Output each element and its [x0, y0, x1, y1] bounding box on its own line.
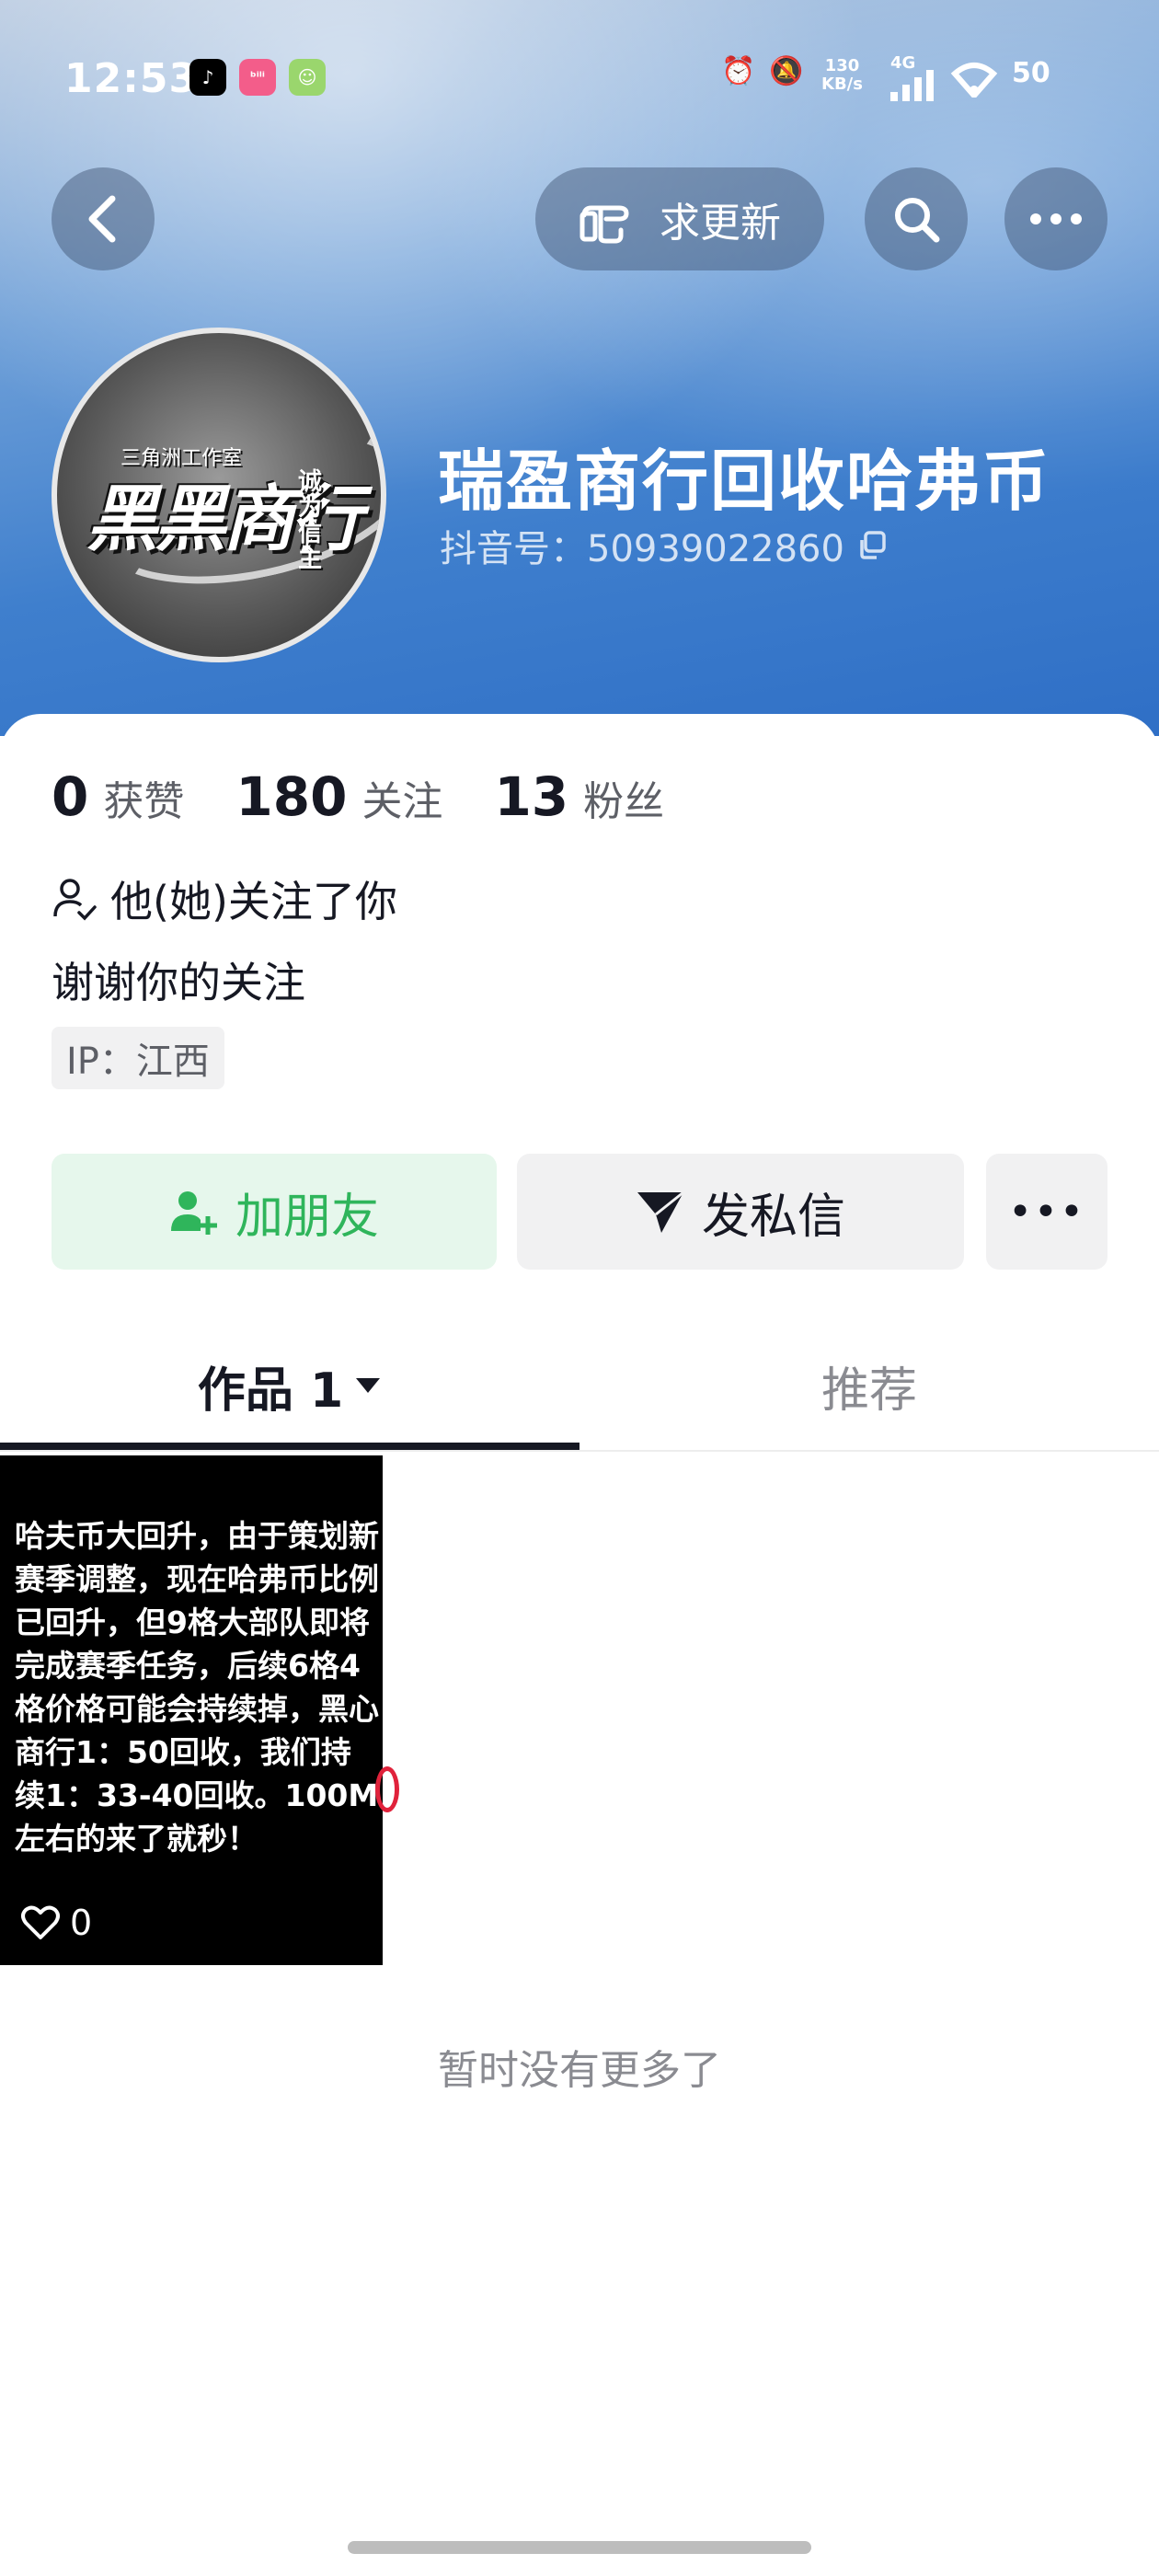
profile-stats: 0 获赞 180 关注 13 粉丝	[52, 765, 716, 828]
video-thumbnail[interactable]: 哈夫币大回升，由于策划新赛季调整，现在哈弗币比例已回升，但9格大部队即将完成赛季…	[0, 1455, 383, 1965]
send-icon	[637, 1190, 684, 1233]
stat-followers-value: 13	[494, 765, 569, 828]
back-button[interactable]	[52, 167, 155, 270]
video-caption-text: 哈夫币大回升，由于策划新赛季调整，现在哈弗币比例已回升，但9格大部队即将完成赛季…	[15, 1518, 379, 1857]
douyin-id[interactable]: 抖音号：50939022860	[440, 519, 889, 572]
alarm-icon: ⏰	[721, 55, 756, 87]
video-likes: 0	[20, 1903, 92, 1943]
heart-icon	[21, 1905, 60, 1939]
more-actions-icon: •••	[1008, 1188, 1085, 1236]
network-speed: 130 KB/s	[821, 57, 863, 94]
mute-icon: 🔕	[769, 55, 804, 87]
tab-works[interactable]: 作品 1	[0, 1321, 580, 1450]
content-tabs: 作品 1 推荐	[0, 1321, 1159, 1452]
profile-name: 瑞盈商行回收哈弗币	[438, 443, 1051, 520]
caret-down-icon	[356, 1378, 381, 1393]
send-message-label: 发私信	[701, 1189, 845, 1245]
pointing-hand-icon	[580, 205, 629, 244]
stat-following[interactable]: 180 关注	[235, 765, 442, 828]
stat-following-value: 180	[235, 765, 348, 828]
network-speed-value: 130	[824, 56, 860, 75]
stat-followers-label: 粉丝	[583, 778, 665, 825]
bio: 谢谢你的关注	[52, 958, 305, 1007]
search-icon	[895, 198, 940, 243]
no-more-content-text: 暂时没有更多了	[438, 2047, 721, 2094]
video-likes-count: 0	[70, 1903, 93, 1943]
tiktok-icon: ♪	[189, 59, 226, 96]
wifi-icon	[949, 57, 999, 105]
add-friend-label: 加朋友	[235, 1189, 379, 1245]
request-update-button[interactable]: 求更新	[535, 167, 824, 270]
bilibili-icon: ᵇⁱˡⁱ	[239, 59, 276, 96]
tab-recommend[interactable]: 推荐	[580, 1321, 1159, 1450]
home-indicator[interactable]	[348, 2541, 811, 2554]
user-check-icon	[53, 879, 97, 921]
follows-you-text: 他(她)关注了你	[110, 877, 397, 926]
more-dots-icon	[1030, 213, 1082, 224]
add-friend-button[interactable]: 加朋友	[52, 1154, 497, 1270]
stat-followers[interactable]: 13 粉丝	[494, 765, 664, 828]
status-bar: 12:53 ♪ ᵇⁱˡⁱ ☺ ⏰ 🔕 130 KB/s 4G 50	[0, 0, 1159, 156]
tab-works-label: 作品 1	[197, 1363, 344, 1419]
status-time: 12:53	[64, 55, 199, 102]
pinned-badge-icon	[375, 1766, 399, 1812]
more-actions-button[interactable]: •••	[986, 1154, 1107, 1270]
follows-you-note: 他(她)关注了你	[52, 868, 397, 929]
stat-likes-label: 获赞	[103, 778, 185, 825]
avatar[interactable]: 三角洲工作室 黑黑商行 诚为信主	[52, 328, 386, 662]
douyin-id-text: 抖音号：50939022860	[440, 528, 844, 570]
signal-icon	[890, 68, 938, 109]
copy-icon	[860, 531, 886, 559]
network-speed-unit: KB/s	[821, 75, 863, 94]
chevron-left-icon	[88, 195, 116, 243]
ip-location-tag: IP：江西	[52, 1027, 224, 1089]
stat-likes-value: 0	[52, 765, 89, 828]
search-button[interactable]	[865, 167, 968, 270]
tab-active-indicator	[0, 1443, 580, 1450]
stat-following-label: 关注	[361, 778, 443, 825]
stat-likes[interactable]: 0 获赞	[52, 765, 184, 828]
chat-app-icon: ☺	[289, 59, 326, 96]
battery-level: 50	[1012, 57, 1050, 89]
send-message-button[interactable]: 发私信	[517, 1154, 964, 1270]
more-options-button[interactable]	[1004, 167, 1107, 270]
tab-recommend-label: 推荐	[820, 1363, 917, 1419]
add-user-icon	[170, 1191, 217, 1235]
request-update-label: 求更新	[660, 200, 781, 247]
avatar-tag-text: 诚为信主	[298, 468, 323, 573]
